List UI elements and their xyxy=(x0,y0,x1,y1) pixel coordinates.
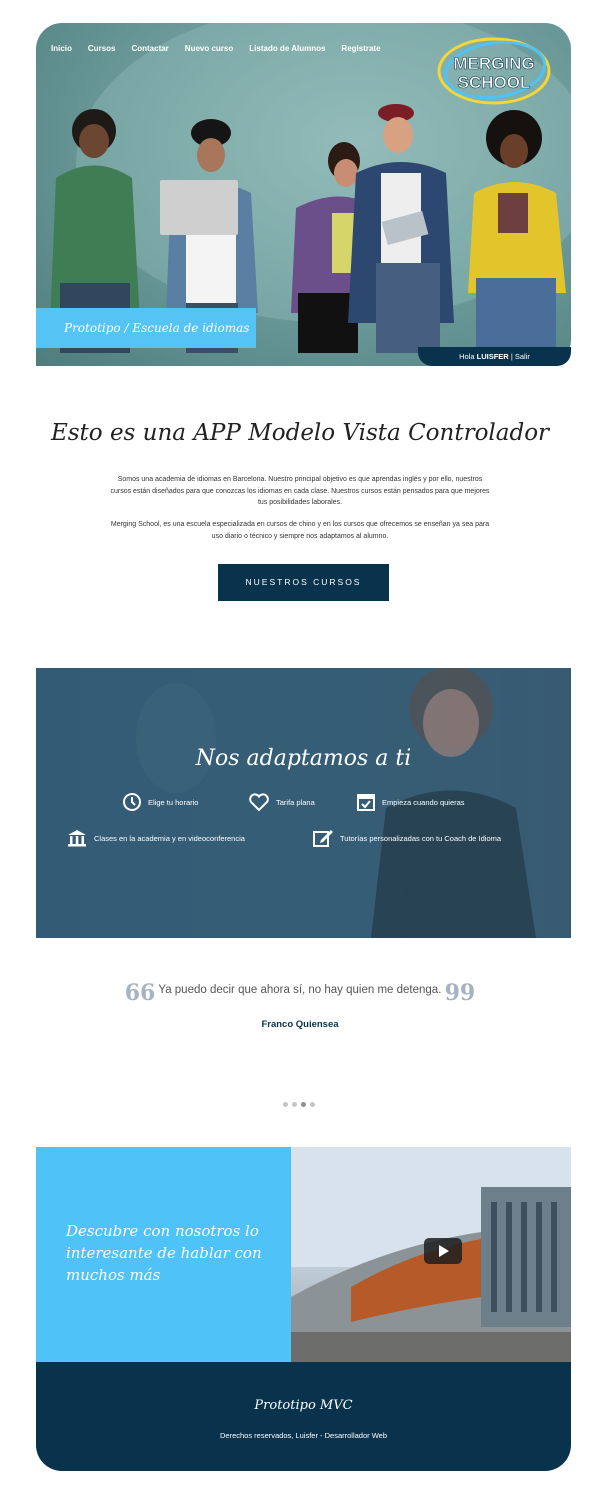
merging-school-logo[interactable]: MERGING SCHOOL xyxy=(435,35,553,107)
testimonial-author: Franco Quiensea xyxy=(261,1019,339,1030)
logout-link[interactable]: Salir xyxy=(515,352,530,361)
nav-contactar[interactable]: Contactar xyxy=(131,44,168,53)
intro-paragraph-2: Merging School, es una escuela especiali… xyxy=(110,521,490,540)
feature-label: Empieza cuando quieras xyxy=(382,797,465,807)
user-separator: | xyxy=(510,352,513,361)
promo-text: Descubre con nosotros lo interesante de … xyxy=(66,1222,262,1284)
carousel-dot-active[interactable] xyxy=(301,1102,306,1107)
user-bar: Hola LUISFER | Salir xyxy=(418,347,571,366)
institution-icon xyxy=(68,830,86,847)
feature-classes: Clases en la academia y en videoconferen… xyxy=(66,828,245,848)
carousel-dot[interactable] xyxy=(292,1102,297,1107)
promo-video[interactable] xyxy=(291,1147,571,1362)
play-button[interactable] xyxy=(424,1238,462,1264)
close-quote-icon: 99 xyxy=(444,980,476,1006)
intro-paragraph-1: Somos una academia de idiomas en Barcelo… xyxy=(110,476,490,506)
carousel-dot[interactable] xyxy=(310,1102,315,1107)
calendar-check-icon xyxy=(357,794,375,811)
our-courses-button[interactable]: NUESTROS CURSOS xyxy=(218,564,389,601)
nav-nuevo-curso[interactable]: Nuevo curso xyxy=(185,44,233,53)
testimonial-quote: 66 Ya puedo decir que ahora sí, no hay q… xyxy=(0,980,600,1006)
feature-tutoring: Tutorías personalizadas con tu Coach de … xyxy=(312,828,501,848)
nav-listado-alumnos[interactable]: Listado de Alumnos xyxy=(249,44,325,53)
nav-registrate[interactable]: Registrate xyxy=(341,44,380,53)
clock-icon xyxy=(123,793,141,811)
nav-cursos[interactable]: Cursos xyxy=(88,44,116,53)
hero-banner: Inicio Cursos Contactar Nuevo curso List… xyxy=(36,23,571,366)
heart-icon xyxy=(249,793,269,812)
nav-inicio[interactable]: Inicio xyxy=(51,44,72,53)
feature-label: Elige tu horario xyxy=(148,797,199,807)
footer: Prototipo MVC Derechos reservados, Luisf… xyxy=(36,1362,571,1471)
carousel-dots xyxy=(283,1102,315,1107)
play-icon xyxy=(439,1245,449,1257)
feature-start-anytime: Empieza cuando quieras xyxy=(356,792,465,812)
user-greeting: Hola xyxy=(459,352,475,361)
footer-title: Prototipo MVC xyxy=(254,1398,353,1413)
user-name: LUISFER xyxy=(476,352,509,361)
logo-line1: MERGING xyxy=(453,54,534,73)
footer-credits: Derechos reservados, Luisfer - Desarroll… xyxy=(219,1431,387,1440)
edit-icon xyxy=(313,830,333,847)
intro-title: Esto es una APP Modelo Vista Controlador xyxy=(50,420,550,446)
adapt-section: Nos adaptamos a ti Elige tu horario Tari… xyxy=(36,668,571,938)
feature-label: Clases en la academia y en videoconferen… xyxy=(94,833,245,843)
promo-section: Descubre con nosotros lo interesante de … xyxy=(36,1147,571,1362)
open-quote-icon: 66 xyxy=(124,980,156,1006)
feature-label: Tarifa plana xyxy=(276,797,315,807)
carousel-dot[interactable] xyxy=(283,1102,288,1107)
adapt-title: Nos adaptamos a ti xyxy=(195,746,412,771)
feature-flat-rate: Tarifa plana xyxy=(248,792,315,812)
main-nav: Inicio Cursos Contactar Nuevo curso List… xyxy=(51,44,397,53)
logo-line2: SCHOOL xyxy=(458,73,531,92)
feature-label: Tutorías personalizadas con tu Coach de … xyxy=(340,833,502,843)
testimonial-text: Ya puedo decir que ahora sí, no hay quie… xyxy=(158,984,442,996)
feature-schedule: Elige tu horario xyxy=(122,792,198,812)
hero-tagline: Prototipo / Escuela de idiomas xyxy=(36,308,256,348)
promo-panel: Descubre con nosotros lo interesante de … xyxy=(36,1147,291,1362)
